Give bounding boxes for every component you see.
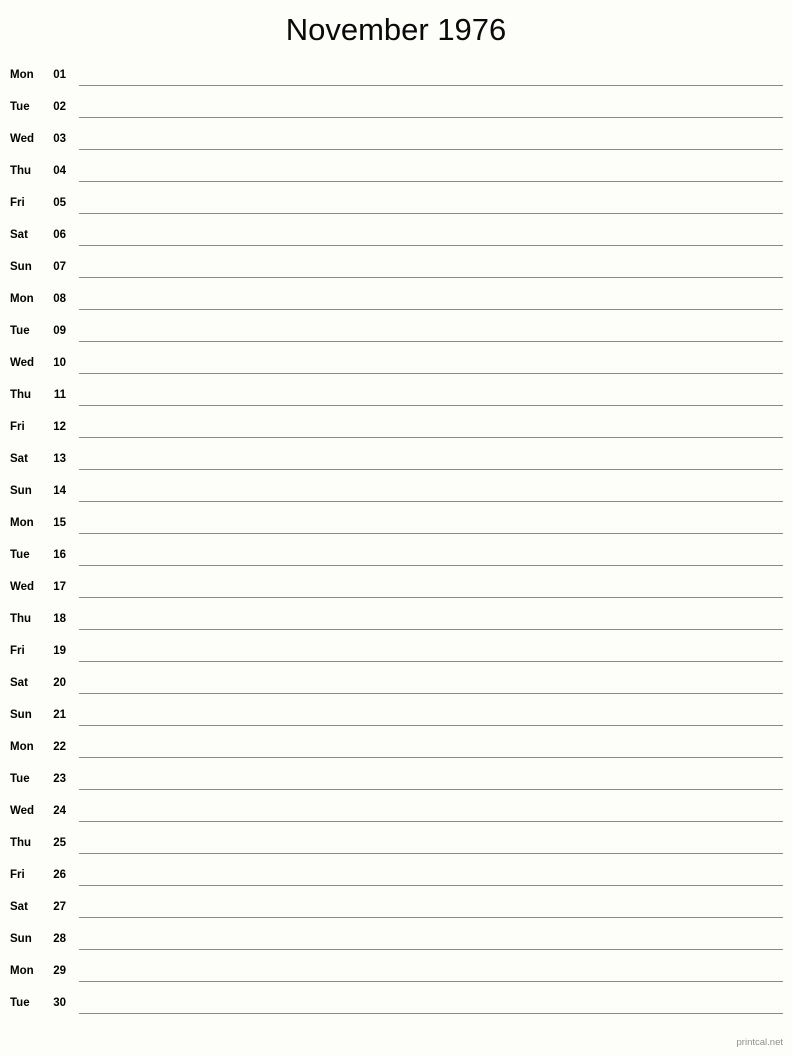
- day-row[interactable]: Tue 30: [0, 992, 792, 1024]
- calendar-page: November 1976 Mon 01 Tue 02 Wed 03 Thu 04 Fri 05 S…: [0, 0, 792, 1056]
- day-row[interactable]: Sun 07: [0, 256, 792, 288]
- day-number-label: 29: [53, 965, 66, 977]
- day-number-label: 03: [53, 133, 66, 145]
- day-writing-line[interactable]: [79, 213, 783, 214]
- day-writing-line[interactable]: [79, 661, 783, 662]
- day-row[interactable]: Mon 08: [0, 288, 792, 320]
- day-number-label: 04: [53, 165, 66, 177]
- day-writing-line[interactable]: [79, 949, 783, 950]
- day-writing-line[interactable]: [79, 181, 783, 182]
- day-row[interactable]: Fri 05: [0, 192, 792, 224]
- day-writing-line[interactable]: [79, 117, 783, 118]
- day-row[interactable]: Mon 22: [0, 736, 792, 768]
- day-writing-line[interactable]: [79, 309, 783, 310]
- day-row[interactable]: Mon 15: [0, 512, 792, 544]
- day-row[interactable]: Sat 13: [0, 448, 792, 480]
- day-number-label: 16: [53, 549, 66, 561]
- day-number-label: 15: [53, 517, 66, 529]
- day-number-label: 09: [53, 325, 66, 337]
- day-writing-line[interactable]: [79, 277, 783, 278]
- day-row[interactable]: Thu 04: [0, 160, 792, 192]
- day-writing-line[interactable]: [79, 149, 783, 150]
- day-row[interactable]: Wed 10: [0, 352, 792, 384]
- day-writing-line[interactable]: [79, 853, 783, 854]
- day-writing-line[interactable]: [79, 405, 783, 406]
- day-row[interactable]: Wed 24: [0, 800, 792, 832]
- day-number-label: 06: [53, 229, 66, 241]
- day-number-label: 01: [53, 69, 66, 81]
- day-writing-line[interactable]: [79, 821, 783, 822]
- day-writing-line[interactable]: [79, 373, 783, 374]
- day-number-label: 21: [53, 709, 66, 721]
- day-writing-line[interactable]: [79, 245, 783, 246]
- day-row[interactable]: Tue 02: [0, 96, 792, 128]
- day-number-label: 19: [53, 645, 66, 657]
- day-number-label: 22: [53, 741, 66, 753]
- day-number-label: 08: [53, 293, 66, 305]
- day-writing-line[interactable]: [79, 917, 783, 918]
- day-row[interactable]: Thu 11: [0, 384, 792, 416]
- day-number-label: 18: [53, 613, 66, 625]
- day-row[interactable]: Wed 17: [0, 576, 792, 608]
- day-number-label: 27: [53, 901, 66, 913]
- day-writing-line[interactable]: [79, 629, 783, 630]
- day-writing-line[interactable]: [79, 789, 783, 790]
- day-row[interactable]: Tue 16: [0, 544, 792, 576]
- day-number-label: 10: [53, 357, 66, 369]
- day-writing-line[interactable]: [79, 981, 783, 982]
- day-row[interactable]: Sun 21: [0, 704, 792, 736]
- day-row[interactable]: Sat 20: [0, 672, 792, 704]
- day-number-label: 28: [53, 933, 66, 945]
- day-number-label: 26: [53, 869, 66, 881]
- day-writing-line[interactable]: [79, 85, 783, 86]
- page-title: November 1976: [285, 12, 507, 47]
- day-number-label: 23: [53, 773, 66, 785]
- day-row[interactable]: Sun 14: [0, 480, 792, 512]
- day-row[interactable]: Fri 19: [0, 640, 792, 672]
- day-row[interactable]: Thu 18: [0, 608, 792, 640]
- day-number-label: 11: [53, 389, 66, 401]
- day-row[interactable]: Tue 09: [0, 320, 792, 352]
- day-writing-line[interactable]: [79, 469, 783, 470]
- day-writing-line[interactable]: [79, 693, 783, 694]
- day-writing-line[interactable]: [79, 1013, 783, 1014]
- day-number-label: 20: [53, 677, 66, 689]
- day-writing-line[interactable]: [79, 565, 783, 566]
- day-number-label: 25: [53, 837, 66, 849]
- day-number-label: 05: [53, 197, 66, 209]
- day-row[interactable]: Sat 27: [0, 896, 792, 928]
- day-row[interactable]: Mon 29: [0, 960, 792, 992]
- day-rows-list: Mon 01 Tue 02 Wed 03 Thu 04 Fri 05 Sat 06 Sun 07 Mon 08…: [0, 64, 792, 1024]
- day-number-label: 02: [53, 101, 66, 113]
- day-row[interactable]: Tue 23: [0, 768, 792, 800]
- day-row[interactable]: Fri 26: [0, 864, 792, 896]
- day-number-label: 24: [53, 805, 66, 817]
- day-row[interactable]: Sat 06: [0, 224, 792, 256]
- day-writing-line[interactable]: [79, 597, 783, 598]
- day-number-label: 17: [53, 581, 66, 593]
- day-row[interactable]: Mon 01: [0, 64, 792, 96]
- day-writing-line[interactable]: [79, 885, 783, 886]
- day-number-label: 07: [53, 261, 66, 273]
- day-writing-line[interactable]: [79, 725, 783, 726]
- footer-credit: printcal.net: [736, 1037, 783, 1048]
- day-writing-line[interactable]: [79, 437, 783, 438]
- day-number-label: 13: [53, 453, 66, 465]
- day-row[interactable]: Wed 03: [0, 128, 792, 160]
- day-writing-line[interactable]: [79, 501, 783, 502]
- day-row[interactable]: Sun 28: [0, 928, 792, 960]
- day-writing-line[interactable]: [79, 757, 783, 758]
- day-row[interactable]: Thu 25: [0, 832, 792, 864]
- day-number-label: 14: [53, 485, 66, 497]
- day-writing-line[interactable]: [79, 533, 783, 534]
- day-row[interactable]: Fri 12: [0, 416, 792, 448]
- day-number-label: 30: [53, 997, 66, 1009]
- day-writing-line[interactable]: [79, 341, 783, 342]
- day-number-label: 12: [53, 421, 66, 433]
